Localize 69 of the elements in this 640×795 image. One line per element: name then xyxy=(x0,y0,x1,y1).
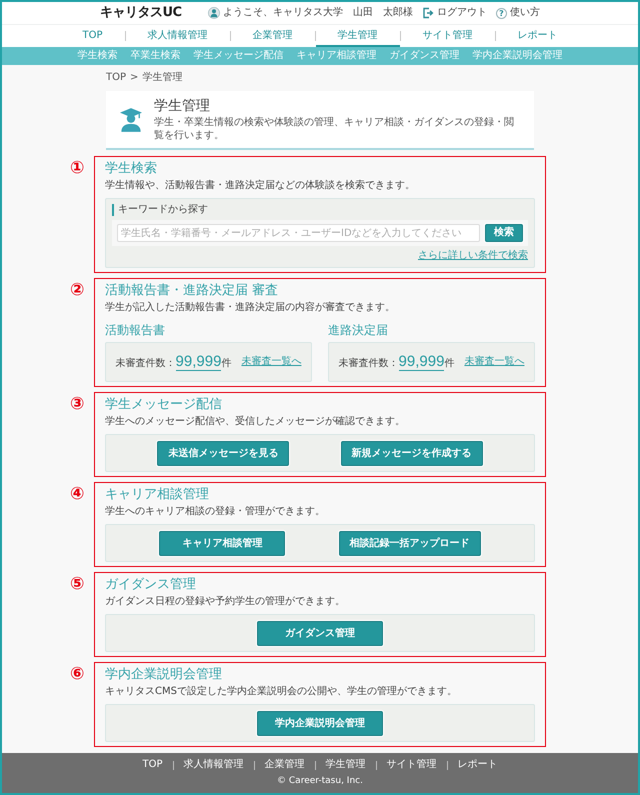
number-marker: ⑥ xyxy=(70,664,84,684)
student-icon xyxy=(120,108,142,132)
subnav-link[interactable]: ガイダンス管理 xyxy=(390,50,460,62)
nav-tab[interactable]: 求人情報管理 xyxy=(126,25,230,47)
section-title: 学生検索 xyxy=(105,160,158,177)
section-description: 学生へのメッセージ配信や、受信したメッセージが確認できます。 xyxy=(105,415,406,428)
section-title: キャリア相談管理 xyxy=(105,486,210,503)
action-button[interactable]: 未送信メッセージを見る xyxy=(157,440,290,466)
search-label: キーワードから探す xyxy=(112,204,528,216)
breadcrumb-link[interactable]: TOP xyxy=(106,72,126,84)
section-description: ガイダンス日程の登録や予約学生の管理ができます。 xyxy=(105,595,346,608)
copyright-text: © Career-tasu, Inc. xyxy=(277,776,363,787)
breadcrumb-current: 学生管理 xyxy=(142,72,182,84)
footer-link[interactable]: 学生管理 xyxy=(326,759,366,771)
pending-list-link[interactable]: 未審査一覧へ xyxy=(241,356,302,368)
subnav-link[interactable]: 学内企業説明会管理 xyxy=(472,50,562,62)
nav-tab[interactable]: サイト管理 xyxy=(400,25,494,47)
subsection-title: 進路決定届 xyxy=(328,322,389,338)
section-title: ガイダンス管理 xyxy=(105,576,197,593)
number-marker: ① xyxy=(70,158,84,178)
pending-list-link[interactable]: 未審査一覧へ xyxy=(464,356,524,368)
user-icon xyxy=(208,7,220,19)
action-button[interactable]: キャリア相談管理 xyxy=(159,530,286,556)
number-marker: ④ xyxy=(70,484,84,504)
count-value: 99,999 xyxy=(176,354,222,370)
subsection-title: 活動報告書 xyxy=(105,322,166,338)
count-unit: 件 xyxy=(221,356,232,370)
logo-text[interactable]: キャリタスUC xyxy=(100,5,182,21)
section-description: 学生が記入した活動報告書・進路決定届の内容が審査できます。 xyxy=(105,301,396,314)
search-button[interactable]: 検索 xyxy=(485,224,523,242)
nav-tab[interactable]: レポート xyxy=(496,25,580,47)
page-description: 学生・卒業生情報の検索や体験談の管理、キャリア相談・ガイダンスの登録・閲覧を行います。 xyxy=(154,116,515,142)
subnav-link[interactable]: 学生メッセージ配信 xyxy=(194,50,284,62)
footer-link[interactable]: 企業管理 xyxy=(264,759,304,771)
action-button[interactable]: ガイダンス管理 xyxy=(257,620,383,646)
number-marker: ③ xyxy=(70,394,84,414)
section-description: キャリタスCMSで設定した学内企業説明会の公開や、学生の管理ができます。 xyxy=(105,685,458,698)
section-title: 学生メッセージ配信 xyxy=(105,396,223,413)
subnav-link[interactable]: キャリア相談管理 xyxy=(296,50,376,62)
section-description: 学生情報や、活動報告書・進路決定届などの体験談を検索できます。 xyxy=(105,179,416,192)
footer-link[interactable]: レポート xyxy=(458,759,498,771)
logout-link[interactable]: ログアウト xyxy=(422,7,487,19)
number-marker: ② xyxy=(70,280,84,300)
count-value: 99,999 xyxy=(398,354,444,370)
section-title: 学内企業説明会管理 xyxy=(105,666,223,683)
nav-tab[interactable]: TOP xyxy=(60,25,124,47)
footer-link[interactable]: TOP xyxy=(142,759,162,771)
action-button[interactable]: 新規メッセージを作成する xyxy=(340,440,483,466)
section-description: 学生へのキャリア相談の登録・管理ができます。 xyxy=(105,505,326,518)
welcome-text: ようこそ、キャリタス大学 山田 太郎様 xyxy=(223,7,413,19)
action-button[interactable]: 相談記録一括アップロード xyxy=(338,530,481,556)
logout-icon xyxy=(422,7,434,19)
section-title: 活動報告書・進路決定届 審査 xyxy=(105,282,280,299)
search-field[interactable]: 学生氏名・学籍番号・メールアドレス・ユーザーIDなどを入力してください xyxy=(117,224,480,242)
count-label: 未審査件数： xyxy=(116,356,176,370)
breadcrumb-separator: > xyxy=(130,72,138,84)
count-label: 未審査件数： xyxy=(338,356,399,370)
number-marker: ⑤ xyxy=(70,574,84,594)
count-unit: 件 xyxy=(444,356,454,370)
subnav-link[interactable]: 卒業生検索 xyxy=(130,50,180,62)
action-button[interactable]: 学内企業説明会管理 xyxy=(257,710,383,736)
footer-link[interactable]: 求人情報管理 xyxy=(184,759,244,771)
subnav-link[interactable]: 学生検索 xyxy=(78,50,118,62)
footer-link[interactable]: サイト管理 xyxy=(386,759,436,771)
help-link[interactable]: ? 使い方 xyxy=(496,7,540,19)
page-title: 学生管理 xyxy=(154,97,211,115)
advanced-search-link[interactable]: さらに詳しい条件で検索 xyxy=(418,250,528,262)
nav-tab[interactable]: 企業管理 xyxy=(230,25,314,47)
help-icon: ? xyxy=(496,8,507,18)
